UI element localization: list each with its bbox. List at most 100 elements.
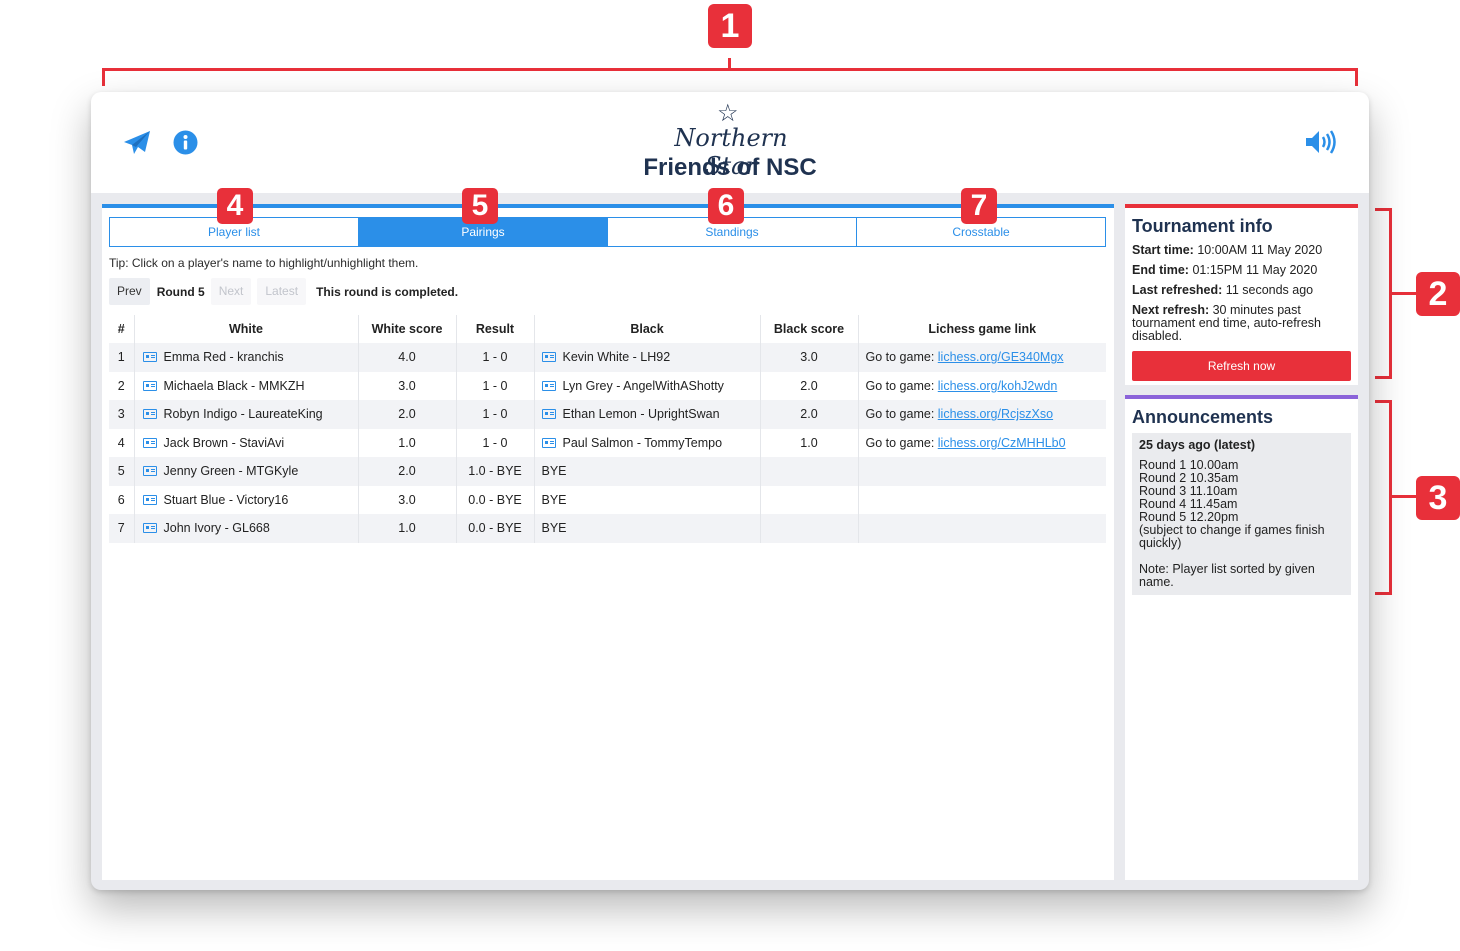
game-link-prefix: Go to game: [865, 350, 938, 365]
white-player-cell: Michaela Black - MMKZH [134, 371, 359, 400]
next-refresh: Next refresh: 30 minutes past tournament… [1132, 303, 1321, 343]
callout-2-stem [1392, 292, 1416, 295]
callout-2-badge: 2 [1416, 272, 1460, 316]
prev-round-button[interactable]: Prev [109, 278, 150, 305]
id-card-icon[interactable] [142, 437, 157, 448]
callout-1-badge: 1 [708, 4, 752, 48]
main-panel: Player list Pairings Standings Crosstabl… [102, 204, 1114, 880]
id-card-icon[interactable] [142, 523, 157, 534]
speaker-icon[interactable] [1305, 129, 1337, 160]
table-row: 6 Stuart Blue - Victory16 3.0 0.0 - BYE … [109, 485, 1106, 515]
start-time: Start time: 10:00AM 11 May 2020 [1132, 243, 1323, 257]
game-link[interactable]: lichess.org/GE340Mgx [938, 350, 1064, 364]
announcement-heading: 25 days ago (latest) [1139, 438, 1256, 452]
id-card-icon[interactable] [541, 409, 556, 420]
end-time: End time: 01:15PM 11 May 2020 [1132, 263, 1318, 277]
white-player-name[interactable]: Robyn Indigo - LaureateKing [164, 407, 323, 421]
row-number: 7 [109, 514, 135, 543]
black-player-cell: BYE [534, 457, 761, 486]
white-player-cell: Jenny Green - MTGKyle [134, 457, 359, 486]
col-header-white-score: White score [358, 315, 457, 343]
game-link[interactable]: lichess.org/kohJ2wdn [938, 379, 1058, 393]
callout-4-badge: 4 [217, 188, 253, 224]
next-round-button: Next [210, 278, 252, 305]
info-icon[interactable] [173, 130, 198, 160]
round-navigation: Prev Round 5 Next Latest This round is c… [109, 278, 458, 305]
result: 1 - 0 [456, 428, 535, 457]
white-score: 1.0 [358, 428, 457, 457]
result: 1 - 0 [456, 400, 535, 429]
table-row: 2 Michaela Black - MMKZH 3.0 1 - 0 Lyn G… [109, 371, 1106, 400]
callout-1-bracket [102, 68, 1358, 86]
announcement-line: (subject to change if games finish quick… [1139, 523, 1325, 550]
game-link-cell: Go to game: lichess.org/RcjszXso [858, 400, 1106, 429]
id-card-icon[interactable] [541, 380, 556, 391]
callout-5-badge: 5 [462, 188, 498, 224]
game-link-prefix: Go to game: [865, 407, 938, 422]
tab-bar: Player list Pairings Standings Crosstabl… [109, 217, 1106, 247]
table-row: 7 John Ivory - GL668 1.0 0.0 - BYE BYE [109, 514, 1106, 543]
black-score: 1.0 [760, 428, 859, 457]
white-player-name[interactable]: Michaela Black - MMKZH [164, 379, 305, 393]
callout-3-bracket [1375, 400, 1392, 595]
black-player-cell: Lyn Grey - AngelWithAShotty [534, 371, 761, 400]
bye-label: BYE [541, 492, 567, 507]
id-card-icon[interactable] [142, 466, 157, 477]
paper-plane-icon[interactable] [123, 130, 151, 161]
black-player-cell: Ethan Lemon - UprightSwan [534, 400, 761, 429]
announcement-card: 25 days ago (latest) Round 1 10.00am Rou… [1132, 433, 1351, 595]
id-card-icon[interactable] [142, 352, 157, 363]
black-score: 2.0 [760, 371, 859, 400]
white-score: 2.0 [358, 400, 457, 429]
white-score: 4.0 [358, 343, 457, 372]
white-player-name[interactable]: Jack Brown - StaviAvi [164, 436, 285, 450]
logo-star-icon: ☆ [717, 100, 739, 127]
col-header-black-score: Black score [760, 315, 859, 343]
tournament-info-title: Tournament info [1132, 216, 1273, 236]
page-title: Friends of NSC [643, 154, 817, 181]
tip-text: Tip: Click on a player's name to highlig… [109, 256, 419, 270]
pairings-table: # White White score Result Black Black s… [109, 315, 1106, 543]
tournament-info-panel: Tournament info Start time: 10:00AM 11 M… [1125, 204, 1358, 385]
game-link[interactable]: lichess.org/RcjszXso [938, 407, 1053, 421]
black-player-name[interactable]: Ethan Lemon - UprightSwan [563, 407, 720, 421]
white-player-name[interactable]: Jenny Green - MTGKyle [164, 464, 299, 478]
table-header-row: # White White score Result Black Black s… [109, 315, 1106, 343]
black-score [760, 457, 859, 486]
bye-label: BYE [541, 521, 567, 536]
row-number: 4 [109, 428, 135, 457]
refresh-now-button[interactable]: Refresh now [1132, 351, 1351, 381]
game-link-cell [858, 486, 1106, 515]
black-score: 2.0 [760, 400, 859, 429]
id-card-icon[interactable] [142, 380, 157, 391]
col-header-number: # [109, 315, 135, 343]
white-player-name[interactable]: Stuart Blue - Victory16 [164, 493, 289, 507]
black-player-name[interactable]: Paul Salmon - TommyTempo [563, 436, 723, 450]
id-card-icon[interactable] [541, 352, 556, 363]
black-player-cell: Paul Salmon - TommyTempo [534, 428, 761, 457]
announcements-panel: Announcements 25 days ago (latest) Round… [1125, 395, 1358, 880]
white-player-cell: John Ivory - GL668 [134, 514, 359, 543]
game-link[interactable]: lichess.org/CzMHHLb0 [938, 436, 1066, 450]
row-number: 3 [109, 400, 135, 429]
id-card-icon[interactable] [142, 494, 157, 505]
white-player-cell: Emma Red - kranchis [134, 343, 359, 372]
result: 1 - 0 [456, 371, 535, 400]
black-player-name[interactable]: Kevin White - LH92 [563, 350, 671, 364]
round-label: Round 5 [156, 284, 205, 299]
col-header-black: Black [534, 315, 761, 343]
result: 1.0 - BYE [456, 457, 535, 486]
white-player-cell: Robyn Indigo - LaureateKing [134, 400, 359, 429]
latest-round-button: Latest [257, 278, 307, 305]
table-row: 3 Robyn Indigo - LaureateKing 2.0 1 - 0 … [109, 400, 1106, 429]
id-card-icon[interactable] [142, 409, 157, 420]
callout-2-bracket [1375, 208, 1392, 379]
table-row: 1 Emma Red - kranchis 4.0 1 - 0 Kevin Wh… [109, 343, 1106, 372]
white-player-name[interactable]: John Ivory - GL668 [164, 521, 270, 535]
col-header-result: Result [456, 315, 535, 343]
white-player-name[interactable]: Emma Red - kranchis [164, 350, 284, 364]
result: 1 - 0 [456, 343, 535, 372]
result: 0.0 - BYE [456, 485, 535, 514]
black-player-name[interactable]: Lyn Grey - AngelWithAShotty [563, 379, 724, 393]
id-card-icon[interactable] [541, 437, 556, 448]
